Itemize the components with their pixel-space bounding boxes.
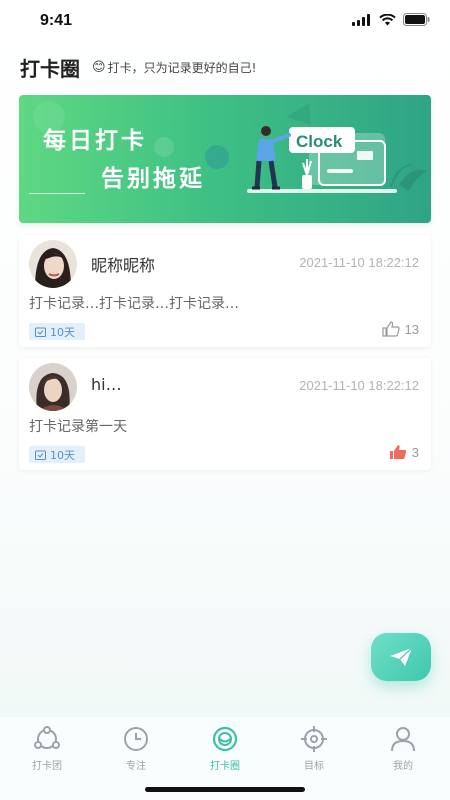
profile-icon — [391, 727, 415, 752]
avatar[interactable] — [29, 363, 77, 411]
streak-text: 10天 — [50, 325, 75, 339]
target-icon — [301, 726, 327, 752]
thumbs-up-icon — [381, 321, 400, 337]
banner-sign-text: Clock — [296, 132, 343, 151]
tab-label: 打卡圈 — [210, 761, 240, 772]
tab-goal[interactable]: 目标 — [279, 725, 349, 772]
banner-illustration — [33, 101, 427, 193]
battery-icon — [403, 13, 430, 26]
status-bar: 9:41 — [0, 0, 450, 44]
post-content: 打卡记录…打卡记录…打卡记录… — [29, 296, 239, 312]
home-indicator — [145, 787, 305, 792]
page-subtitle: 😊 打卡，只为记录更好的自己! — [92, 59, 256, 76]
group-icon — [34, 726, 60, 749]
like-button[interactable]: 13 — [381, 321, 419, 337]
banner-line-2: 告别拖延 — [101, 166, 205, 192]
banner-line-1: 每日打卡 — [43, 128, 147, 154]
check-calendar-icon — [35, 327, 46, 337]
page-title: 打卡圈 — [20, 56, 80, 81]
tab-label: 打卡团 — [32, 761, 62, 772]
publish-button[interactable] — [371, 633, 431, 681]
tab-focus[interactable]: 专注 — [101, 725, 171, 772]
tab-label: 专注 — [126, 761, 146, 772]
streak-badge: 10天 — [29, 446, 85, 463]
post-content: 打卡记录第一天 — [29, 419, 127, 435]
signal-icon — [352, 13, 370, 26]
smile-emoji-icon: 😊 — [92, 59, 106, 75]
promo-banner[interactable]: Clock 每日打卡 告别拖延 — [19, 95, 431, 223]
like-count: 13 — [404, 321, 419, 337]
tab-group[interactable]: 打卡团 — [12, 725, 82, 772]
status-icons — [352, 13, 430, 26]
author-name: hi… — [91, 375, 122, 394]
paper-plane-icon — [390, 647, 413, 666]
subtitle-text: 打卡，只为记录更好的自己! — [107, 60, 257, 75]
circle-icon — [212, 726, 238, 752]
banner-divider — [29, 193, 85, 194]
tab-label: 我的 — [393, 761, 413, 772]
like-button[interactable]: 3 — [389, 444, 419, 460]
check-calendar-icon — [35, 450, 46, 460]
streak-badge: 10天 — [29, 323, 85, 340]
wifi-icon — [379, 13, 396, 25]
streak-text: 10天 — [50, 448, 75, 462]
post-card[interactable]: 昵称昵称 2021-11-10 18:22:12 打卡记录…打卡记录…打卡记录…… — [19, 235, 431, 347]
tab-label: 目标 — [304, 761, 324, 772]
page-header: 打卡圈 😊 打卡，只为记录更好的自己! — [20, 52, 430, 82]
author-name: 昵称昵称 — [91, 256, 156, 275]
thumbs-up-filled-icon — [389, 445, 406, 459]
avatar[interactable] — [29, 240, 77, 288]
post-card[interactable]: hi… 2021-11-10 18:22:12 打卡记录第一天 10天 3 — [19, 358, 431, 470]
status-time: 9:41 — [40, 12, 73, 29]
post-date: 2021-11-10 18:22:12 — [299, 255, 419, 270]
tab-checkin-circle[interactable]: 打卡圈 — [190, 725, 260, 772]
like-count: 3 — [411, 444, 419, 460]
clock-icon — [124, 727, 148, 751]
post-date: 2021-11-10 18:22:12 — [299, 378, 419, 393]
tab-profile[interactable]: 我的 — [368, 725, 438, 772]
